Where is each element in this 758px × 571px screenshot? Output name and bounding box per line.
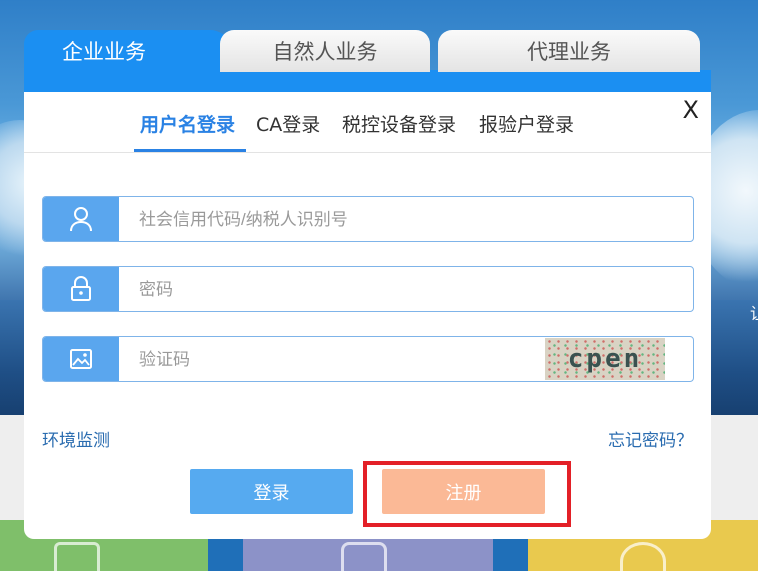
user-icon bbox=[43, 197, 119, 241]
tab-tax-device-login[interactable]: 税控设备登录 bbox=[342, 110, 456, 137]
lock-icon bbox=[43, 267, 119, 311]
login-method-tabs: 用户名登录 CA登录 税控设备登录 报验户登录 bbox=[24, 92, 711, 153]
taxpayer-id-input[interactable] bbox=[137, 197, 541, 243]
tab-enterprise[interactable]: 企业业务 bbox=[24, 30, 214, 72]
password-input[interactable] bbox=[137, 267, 541, 313]
chat-icon bbox=[620, 542, 666, 571]
background-side-text: 让 bbox=[750, 300, 758, 324]
register-highlight-box bbox=[363, 461, 571, 527]
taxpayer-id-field bbox=[42, 196, 694, 243]
tab-username-login[interactable]: 用户名登录 bbox=[140, 110, 235, 137]
tab-label: 自然人业务 bbox=[272, 40, 378, 64]
business-tabs: 企业业务 自然人业务 代理业务 bbox=[24, 30, 711, 92]
tab-inspection-login[interactable]: 报验户登录 bbox=[479, 110, 574, 137]
tab-label: 代理业务 bbox=[527, 40, 611, 64]
captcha-text: cpen bbox=[567, 344, 643, 374]
tab-ca-login[interactable]: CA登录 bbox=[256, 110, 320, 137]
captcha-input[interactable] bbox=[137, 337, 541, 383]
env-check-link[interactable]: 环境监测 bbox=[42, 426, 110, 451]
document-icon bbox=[341, 542, 387, 571]
tab-label: 企业业务 bbox=[62, 40, 146, 64]
tab-agent[interactable]: 代理业务 bbox=[438, 30, 700, 72]
active-tab-underline bbox=[134, 149, 246, 152]
tab-bar bbox=[24, 70, 711, 92]
login-button[interactable]: 登录 bbox=[190, 469, 353, 514]
captcha-image[interactable]: cpen bbox=[545, 338, 665, 380]
image-icon bbox=[43, 337, 119, 381]
captcha-field: cpen bbox=[42, 336, 694, 383]
tab-individual[interactable]: 自然人业务 bbox=[220, 30, 430, 72]
forgot-password-link[interactable]: 忘记密码？ bbox=[608, 426, 693, 451]
screen-icon bbox=[54, 542, 100, 571]
password-field bbox=[42, 266, 694, 313]
